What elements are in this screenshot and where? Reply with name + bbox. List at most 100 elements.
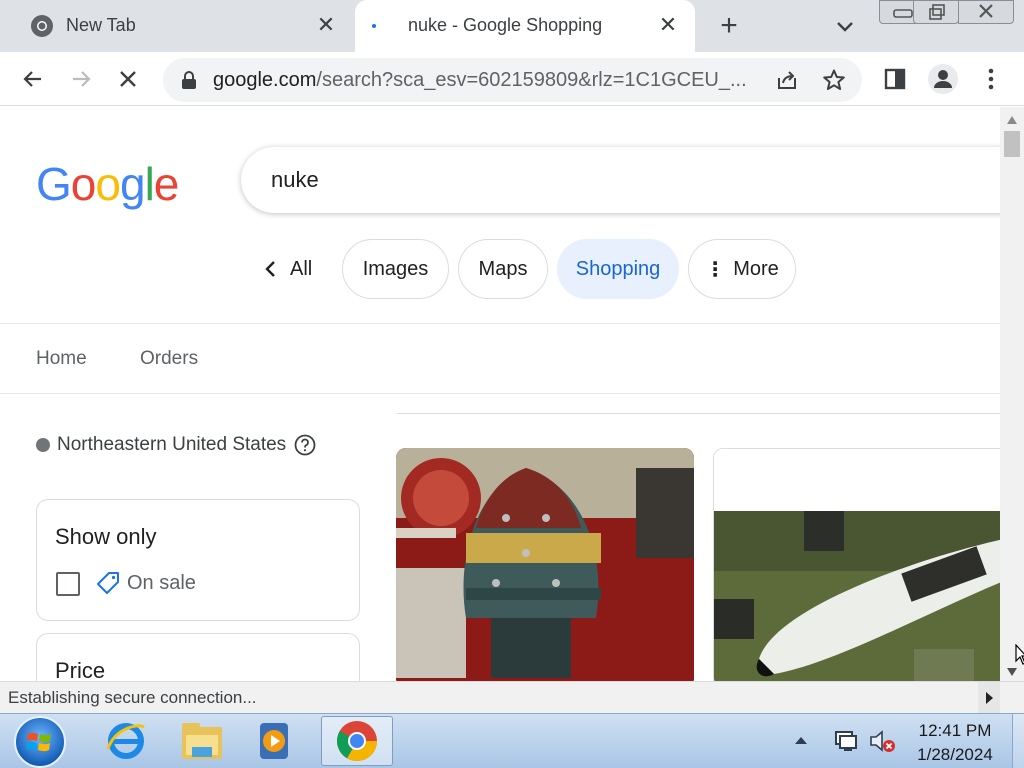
taskbar-media-player[interactable] [238,716,310,766]
tab-images[interactable]: Images [342,239,449,299]
subnav-home[interactable]: Home [36,348,87,370]
tab-images-label: Images [362,257,429,280]
taskbar-file-explorer[interactable] [166,716,238,766]
product-image-mini-nuke-toy[interactable] [396,448,694,681]
tab-title: nuke - Google Shopping [408,15,603,35]
logo-letter: o [70,158,97,210]
side-panel-icon [884,68,906,90]
arrow-left-icon [23,71,41,87]
window-restore-button[interactable] [913,0,959,24]
show-desktop-button[interactable] [1012,714,1024,768]
show-hidden-icons-icon[interactable] [793,734,809,746]
tab-close-icon[interactable]: ✕ [315,14,337,36]
start-button[interactable] [14,716,66,768]
scroll-down-arrow-icon[interactable] [1006,667,1018,677]
taskbar-internet-explorer[interactable] [90,716,162,766]
page-content: Google nuke All Images Maps Shopping ⋮ M… [0,107,1000,681]
star-icon[interactable] [822,68,846,92]
chevron-down-icon[interactable] [833,14,857,38]
status-bar: Establishing secure connection... [0,681,1024,714]
volume-muted-icon[interactable] [868,728,896,754]
price-filter: Price [36,633,360,681]
tab-maps[interactable]: Maps [458,239,548,299]
product-photo [396,448,694,681]
arrow-right-icon [73,71,91,87]
tab-title: New Tab [66,15,136,35]
address-bar[interactable]: google.com/search?sca_esv=602159809&rlz=… [163,58,862,102]
tab-all[interactable]: All [262,239,312,299]
logo-letter: o [95,158,121,210]
show-only-filter: Show only On sale [36,499,360,621]
location-text: Northeastern United States [57,434,287,455]
on-sale-checkbox[interactable] [56,572,80,596]
chrome-icon [31,15,53,37]
help-icon[interactable] [294,434,316,456]
divider [0,393,1000,394]
tab-strip: New Tab ✕ nuke - Google Shopping ✕ + [0,0,1024,52]
scroll-up-arrow-icon[interactable] [1006,115,1018,125]
clock-date[interactable]: 1/28/2024 [910,745,1000,765]
search-query-text[interactable]: nuke [271,167,319,193]
url-path: /search?sca_esv=602159809&rlz=1C1GCEU_..… [316,69,747,91]
media-player-icon [260,723,288,759]
filter-title: Price [55,658,106,681]
forward-button[interactable] [66,64,96,94]
tab-google-shopping[interactable]: nuke - Google Shopping ✕ [355,0,695,52]
scroll-right-button[interactable] [978,682,1000,714]
profile-button[interactable] [928,64,958,94]
product-photo [714,449,1000,681]
product-image-missile[interactable] [713,448,1000,681]
clock-time[interactable]: 12:41 PM [910,721,1000,741]
url-text[interactable]: google.com/search?sca_esv=602159809&rlz=… [213,69,753,92]
mouse-cursor-icon [1015,644,1024,665]
loading-spinner-icon [372,24,376,28]
back-button[interactable] [18,64,48,94]
status-text: Establishing secure connection... [8,688,257,707]
browser-toolbar: google.com/search?sca_esv=602159809&rlz=… [0,52,1024,106]
on-sale-label[interactable]: On sale [127,572,196,595]
location-indicator[interactable]: Northeastern United States [36,434,316,456]
filter-title: Show only [55,524,157,549]
kebab-menu-icon [988,68,994,90]
google-logo[interactable]: Google [36,157,180,211]
share-icon[interactable] [775,68,799,92]
windows-logo-icon [26,732,51,752]
tab-close-icon[interactable]: ✕ [657,14,679,36]
scroll-right-arrow-icon [986,692,993,704]
tab-shopping[interactable]: Shopping [557,239,679,299]
profile-icon [928,64,958,94]
lock-icon[interactable] [181,71,197,89]
tab-more[interactable]: ⋮ More [688,239,796,299]
window-close-button[interactable] [958,0,1014,24]
logo-letter: g [119,158,146,210]
tab-shopping-label: Shopping [575,257,661,280]
folder-icon [182,723,222,759]
chevron-left-icon [265,261,275,277]
logo-letter: e [153,158,180,210]
stop-loading-button[interactable] [113,64,143,94]
close-icon [120,71,136,87]
url-host: google.com [213,69,317,91]
chrome-icon [337,721,377,761]
windows-taskbar: 12:41 PM 1/28/2024 [0,713,1024,768]
subnav-orders[interactable]: Orders [140,348,198,370]
tab-all-label: All [290,257,313,280]
tab-maps-label: Maps [478,257,528,280]
price-tag-icon [97,572,119,594]
scrollbar-thumb[interactable] [1004,131,1020,157]
taskbar-chrome[interactable] [321,716,393,766]
side-panel-button[interactable] [880,64,910,94]
logo-letter: l [144,158,155,210]
tab-more-label: More [733,257,779,280]
new-tab-plus-icon[interactable]: + [715,11,743,41]
network-icon[interactable] [833,728,859,754]
search-input[interactable]: nuke [241,147,1000,213]
divider [397,413,1000,414]
kebab-menu-icon: ⋮ [705,258,726,281]
tab-new-tab[interactable]: New Tab ✕ [0,0,353,52]
logo-letter: G [36,158,72,210]
internet-explorer-icon [106,723,145,759]
divider [0,323,1000,324]
page-scrollbar[interactable] [1000,107,1024,681]
chrome-menu-button[interactable] [976,64,1006,94]
